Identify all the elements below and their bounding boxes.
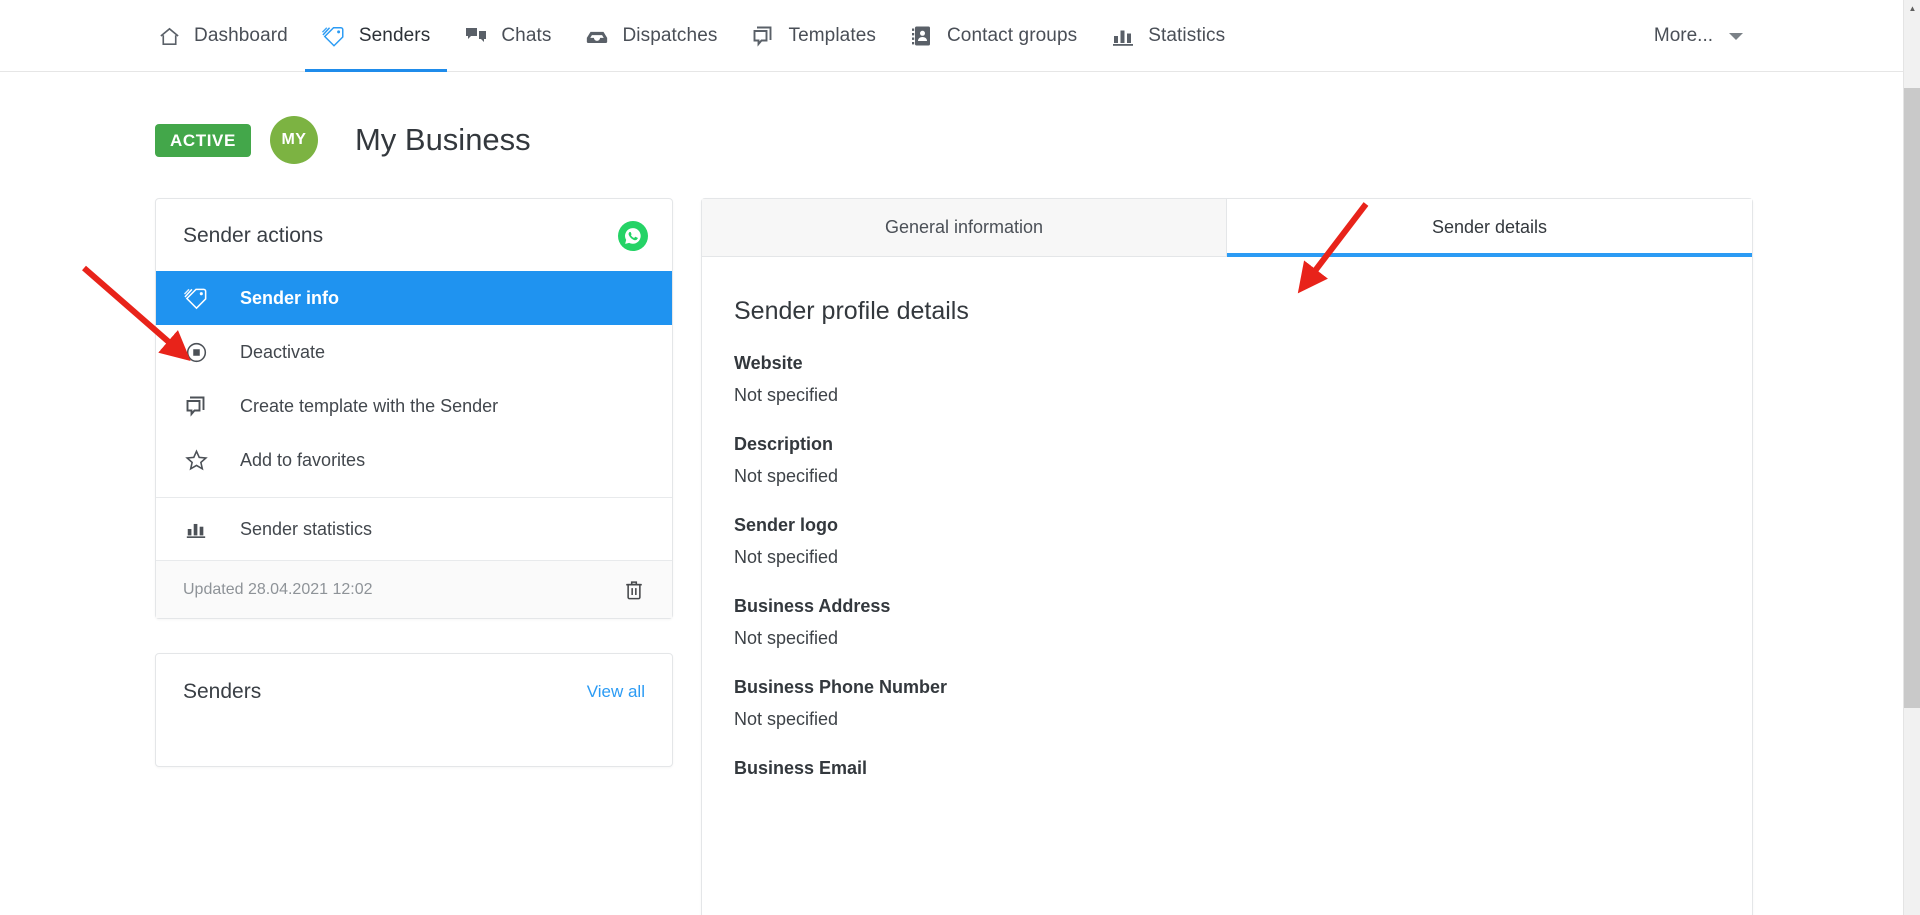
browser-viewport: Dashboard Senders Chats Dispatches Templ… [0, 0, 1920, 915]
field-business-email: Business Email [734, 758, 1752, 779]
field-value-business-phone-number: Not specified [734, 709, 839, 729]
field-label-description: Description [734, 434, 834, 454]
inbox-icon [585, 24, 609, 48]
field-label-business-email: Business Email [734, 758, 868, 778]
field-sender-logo: Sender logo Not specified [734, 515, 1752, 568]
nav-label-chats: Chats [501, 25, 552, 46]
nav-item-dispatches[interactable]: Dispatches [568, 0, 734, 72]
field-label-business-address: Business Address [734, 596, 891, 616]
nav-item-chats[interactable]: Chats [447, 0, 568, 72]
right-column: General information Sender details Sende… [701, 198, 1753, 915]
nav-item-contact-groups[interactable]: Contact groups [893, 0, 1094, 72]
scrollbar-thumb[interactable] [1904, 88, 1920, 708]
sender-actions-header: Sender actions [156, 199, 672, 271]
field-description: Description Not specified [734, 434, 1752, 487]
action-item-sender-info[interactable]: Sender info [156, 271, 672, 325]
nav-label-templates: Templates [788, 25, 876, 46]
chevron-down-icon [1729, 32, 1743, 40]
action-label-deactivate: Deactivate [240, 341, 326, 362]
tab-general-information[interactable]: General information [702, 199, 1227, 256]
updated-timestamp: Updated 28.04.2021 12:02 [183, 580, 373, 598]
field-business-address: Business Address Not specified [734, 596, 1752, 649]
field-business-phone-number: Business Phone Number Not specified [734, 677, 1752, 730]
nav-item-templates[interactable]: Templates [734, 0, 893, 72]
star-icon [183, 447, 209, 473]
field-label-sender-logo: Sender logo [734, 515, 839, 535]
trash-icon[interactable] [623, 579, 645, 601]
chat-icon [464, 24, 488, 48]
field-value-sender-logo: Not specified [734, 547, 839, 567]
nav-label-contact-groups: Contact groups [946, 25, 1078, 46]
sender-details-card: General information Sender details Sende… [701, 198, 1753, 915]
templates-icon [183, 393, 209, 419]
content-area: Sender actions Sender info Deactivate Cr… [0, 164, 1903, 915]
senders-card-body [156, 726, 672, 766]
nav-more-menu[interactable]: More... [1654, 0, 1903, 72]
nav-label-dashboard: Dashboard [194, 25, 288, 46]
app-page: Dashboard Senders Chats Dispatches Templ… [0, 0, 1903, 915]
sender-actions-footer: Updated 28.04.2021 12:02 [156, 560, 672, 618]
status-badge: ACTIVE [155, 123, 251, 157]
sender-details-panel: Sender profile details Website Not speci… [702, 257, 1752, 779]
tag-icon [183, 285, 209, 311]
main-navigation: Dashboard Senders Chats Dispatches Templ… [0, 0, 1903, 72]
tab-label-general-information: General information [884, 217, 1044, 237]
nav-label-dispatches: Dispatches [622, 25, 718, 46]
bar-chart-icon [183, 516, 209, 542]
senders-card-header: Senders View all [156, 654, 672, 726]
page-title: My Business [354, 122, 531, 157]
field-value-business-address: Not specified [734, 628, 839, 648]
whatsapp-icon [618, 221, 648, 251]
field-label-website: Website [734, 353, 803, 373]
panel-title: Sender profile details [734, 297, 969, 325]
view-all-link[interactable]: View all [587, 682, 645, 702]
page-header: ACTIVE MY My Business [0, 72, 1903, 164]
vertical-scrollbar[interactable]: ▲ [1903, 0, 1920, 915]
action-label-create-template: Create template with the Sender [240, 395, 499, 416]
nav-label-senders: Senders [358, 25, 431, 46]
action-label-sender-info: Sender info [240, 287, 340, 308]
nav-item-statistics[interactable]: Statistics [1094, 0, 1242, 72]
sender-actions-card: Sender actions Sender info Deactivate Cr… [155, 198, 673, 619]
tag-icon [321, 24, 346, 48]
home-icon [157, 24, 181, 48]
bar-chart-icon [1111, 24, 1135, 48]
action-item-add-to-favorites[interactable]: Add to favorites [156, 433, 672, 487]
details-tabs: General information Sender details [702, 199, 1752, 257]
action-label-sender-statistics: Sender statistics [240, 518, 373, 539]
templates-icon [751, 24, 775, 48]
nav-more-label: More... [1653, 25, 1713, 46]
contacts-book-icon [910, 24, 934, 48]
action-item-create-template[interactable]: Create template with the Sender [156, 379, 672, 433]
stop-circle-icon [183, 339, 209, 365]
tab-sender-details[interactable]: Sender details [1227, 199, 1752, 257]
action-item-deactivate[interactable]: Deactivate [156, 325, 672, 379]
nav-label-statistics: Statistics [1148, 25, 1226, 46]
scroll-up-arrow-icon[interactable]: ▲ [1904, 0, 1920, 17]
field-website: Website Not specified [734, 353, 1752, 406]
tab-label-sender-details: Sender details [1431, 217, 1548, 237]
action-label-add-to-favorites: Add to favorites [240, 449, 366, 470]
sender-actions-title: Sender actions [183, 224, 324, 247]
nav-item-dashboard[interactable]: Dashboard [140, 0, 305, 72]
action-item-sender-statistics[interactable]: Sender statistics [156, 498, 672, 560]
field-value-description: Not specified [734, 466, 839, 486]
field-value-website: Not specified [734, 385, 839, 405]
avatar: MY [269, 116, 318, 164]
senders-card: Senders View all [155, 653, 673, 767]
senders-card-title: Senders [183, 680, 262, 703]
left-column: Sender actions Sender info Deactivate Cr… [155, 198, 673, 767]
nav-item-senders[interactable]: Senders [304, 0, 448, 72]
field-label-business-phone-number: Business Phone Number [734, 677, 948, 697]
